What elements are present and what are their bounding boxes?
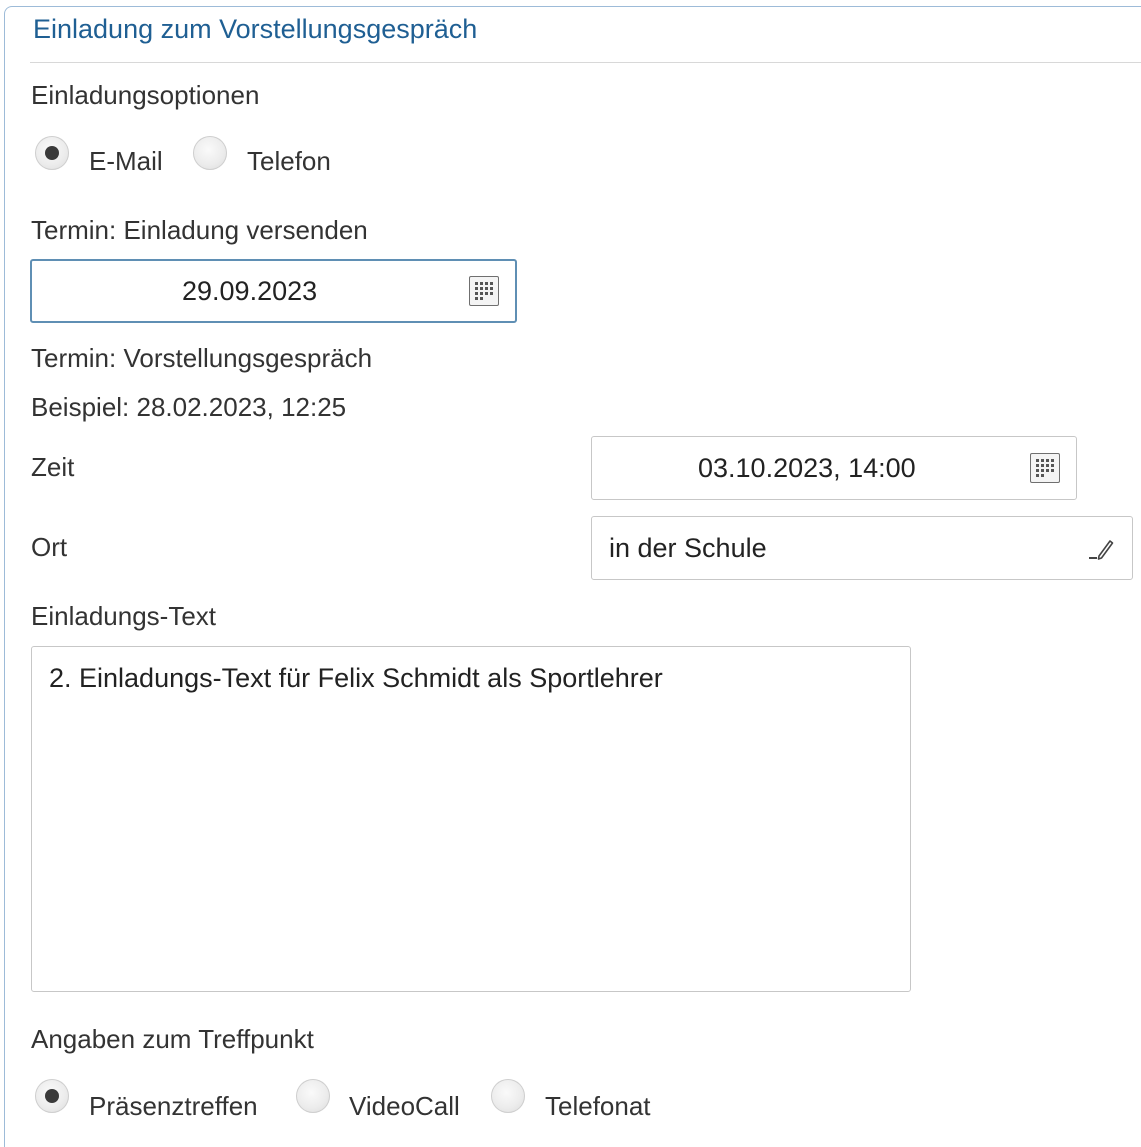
invitation-text-value: 2. Einladungs-Text für Felix Schmidt als… (49, 663, 663, 693)
radio-telefon-label[interactable]: Telefon (247, 146, 331, 177)
interview-place-field[interactable]: in der Schule (591, 516, 1133, 580)
time-label: Zeit (31, 452, 75, 482)
meeting-label: Angaben zum Treffpunkt (31, 1024, 314, 1054)
calendar-icon[interactable] (1030, 453, 1060, 483)
radio-telefonat[interactable] (491, 1079, 525, 1113)
radio-email-label[interactable]: E-Mail (89, 146, 163, 177)
interview-time-field[interactable]: 03.10.2023, 14:00 (591, 436, 1077, 500)
send-date-field[interactable]: 29.09.2023 (30, 259, 517, 323)
interview-label: Termin: Vorstellungsgespräch (31, 343, 373, 373)
title-divider (30, 62, 1141, 63)
radio-telefonat-label[interactable]: Telefonat (545, 1091, 651, 1122)
radio-videocall[interactable] (296, 1079, 330, 1113)
invitation-text-label: Einladungs-Text (31, 601, 216, 631)
calendar-icon[interactable] (469, 276, 499, 306)
panel-title: Einladung zum Vorstellungsgespräch (33, 14, 478, 44)
radio-selected-dot (45, 1089, 59, 1103)
invitation-text-area[interactable]: 2. Einladungs-Text für Felix Schmidt als… (31, 646, 911, 992)
pencil-icon[interactable] (1088, 535, 1114, 568)
radio-praesenztreffen[interactable] (35, 1079, 69, 1113)
invitation-options-label: Einladungsoptionen (31, 80, 260, 110)
interview-example-hint: Beispiel: 28.02.2023, 12:25 (31, 392, 347, 422)
radio-telefon[interactable] (193, 136, 227, 170)
place-label: Ort (31, 532, 68, 562)
radio-praesenztreffen-label[interactable]: Präsenztreffen (89, 1091, 258, 1122)
send-date-value: 29.09.2023 (182, 275, 318, 306)
interview-place-value: in der Schule (609, 532, 767, 563)
interview-time-value: 03.10.2023, 14:00 (698, 452, 916, 483)
radio-selected-dot (45, 146, 59, 160)
radio-email[interactable] (35, 136, 69, 170)
send-date-label: Termin: Einladung versenden (31, 215, 368, 245)
radio-videocall-label[interactable]: VideoCall (349, 1091, 460, 1122)
